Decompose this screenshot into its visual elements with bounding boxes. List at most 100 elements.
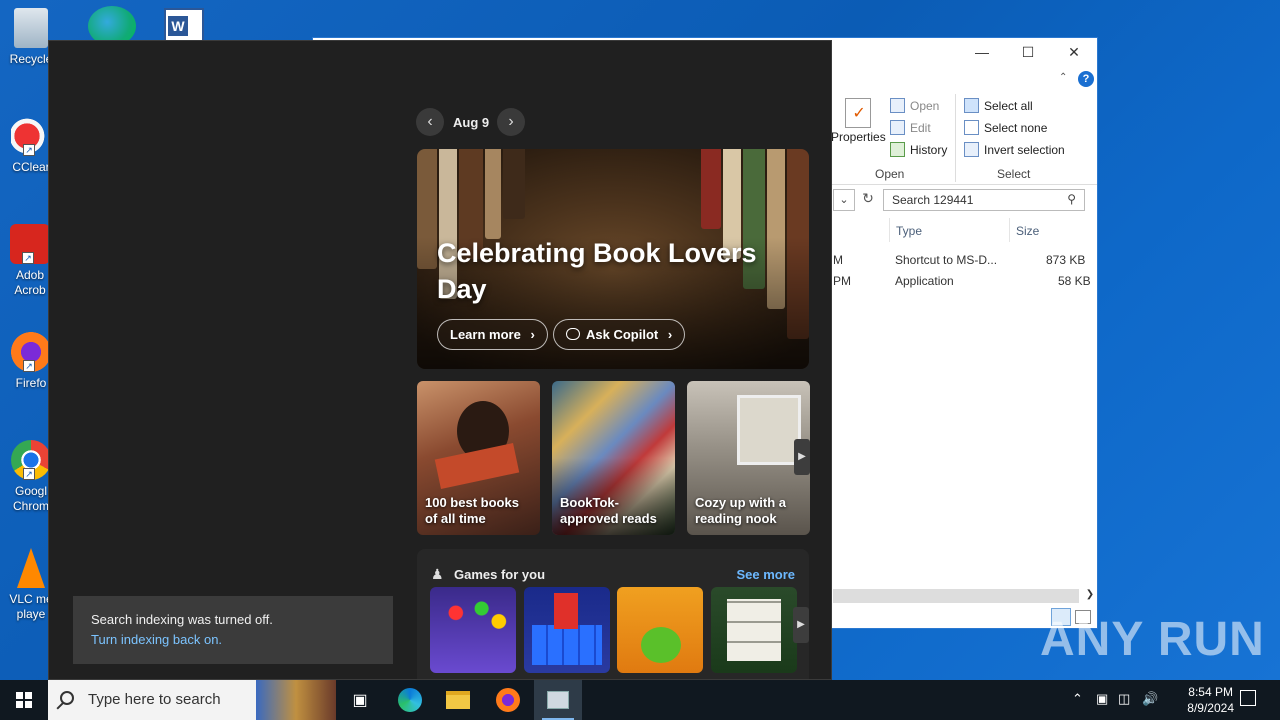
search-icon — [60, 691, 74, 705]
properties-button[interactable]: ✓ Properties — [831, 98, 886, 144]
maximize-button[interactable]: ☐ — [1005, 38, 1051, 68]
chrome-icon: ↗ — [11, 440, 51, 480]
search-placeholder: Search 129441 — [892, 193, 974, 207]
collapse-ribbon-icon[interactable]: ⌃ — [1059, 72, 1071, 84]
game-blocks — [554, 593, 578, 629]
game-blocks — [532, 625, 602, 665]
hero-card[interactable]: Celebrating Book Lovers Day Learn more ›… — [417, 149, 809, 369]
article-card[interactable]: 100 best books of all time — [417, 381, 540, 535]
firefox-icon: ↗ — [11, 332, 51, 372]
volume-icon[interactable]: 🔊 — [1142, 691, 1158, 707]
show-hidden-icons-button[interactable]: ⌃ — [1072, 691, 1083, 707]
cell-type: Shortcut to MS-D... — [895, 253, 998, 267]
turn-indexing-on-link[interactable]: Turn indexing back on. — [91, 632, 222, 647]
search-input[interactable]: Search 129441 ⚲ — [883, 189, 1085, 211]
article-card[interactable]: BookTok-approved reads — [552, 381, 675, 535]
card-image-book — [434, 443, 520, 489]
edit-icon — [890, 120, 905, 135]
open-button[interactable]: Open — [890, 98, 939, 113]
chevron-right-icon: › — [667, 327, 673, 342]
taskbar-file-explorer[interactable] — [434, 680, 482, 720]
column-divider — [889, 218, 890, 242]
cell-date: PM — [833, 274, 851, 288]
edit-button[interactable]: Edit — [890, 120, 931, 135]
minimize-button[interactable]: — — [959, 38, 1005, 68]
edge-icon — [398, 688, 422, 712]
taskbar: Type here to search ▣ ⌃ ▣ ◫ 🔊 8:54 PM 8/… — [0, 680, 1280, 720]
search-highlight-image[interactable] — [256, 680, 336, 720]
clock[interactable]: 8:54 PM 8/9/2024 — [1187, 684, 1234, 716]
address-dropdown-button[interactable]: ⌄ — [833, 189, 855, 211]
desktop-icon-label: CClear — [12, 160, 50, 174]
select-all-button[interactable]: Select all — [964, 98, 1033, 113]
card-caption: BookTok-approved reads — [560, 495, 657, 526]
firefox-icon — [496, 688, 520, 712]
refresh-icon[interactable]: ↻ — [859, 190, 877, 210]
select-all-label: Select all — [984, 98, 1033, 113]
clock-date: 8/9/2024 — [1187, 701, 1234, 715]
book-spine — [503, 149, 525, 219]
column-header-type[interactable]: Type — [896, 224, 922, 238]
taskbar-edge[interactable] — [386, 680, 434, 720]
desktop: Recycle ↗ CClear ↗ Adob Acrob ↗ Firefo ↗… — [0, 0, 1280, 680]
see-more-link[interactable]: See more — [736, 567, 795, 582]
select-all-icon — [964, 98, 979, 113]
notifications-icon[interactable] — [1240, 690, 1256, 706]
history-label: History — [910, 142, 948, 157]
widgets-panel: ‹ Aug 9 › Celebrating Book Lovers Day Le… — [48, 40, 832, 680]
properties-icon: ✓ — [845, 98, 872, 128]
cell-size: 58 KB — [1058, 274, 1091, 288]
taskbar-search-box[interactable]: Type here to search — [48, 680, 256, 720]
column-header-size[interactable]: Size — [1016, 224, 1039, 238]
invert-selection-button[interactable]: Invert selection — [964, 142, 1065, 157]
desktop-icon-label: Adob Acrob — [14, 268, 46, 297]
vlc-icon — [17, 548, 45, 588]
windows-logo-icon — [16, 692, 32, 708]
game-character — [641, 627, 681, 663]
learn-more-label: Learn more — [450, 327, 521, 342]
game-tile-cut-the-rope[interactable] — [617, 587, 703, 673]
ask-copilot-label: Ask Copilot — [586, 327, 659, 342]
group-label-open: Open — [875, 167, 905, 181]
notification-toast: Search indexing was turned off. Turn ind… — [73, 596, 393, 664]
app-window-icon — [547, 691, 569, 709]
search-icon: ⚲ — [1067, 192, 1076, 206]
card-image-window — [737, 395, 801, 465]
word-desktop-icon[interactable]: W — [164, 8, 204, 42]
card-caption: Cozy up with a reading nook — [695, 495, 786, 526]
invert-selection-label: Invert selection — [984, 142, 1065, 157]
start-button[interactable] — [0, 680, 48, 720]
horizontal-scrollbar-thumb[interactable] — [833, 589, 1079, 603]
next-day-button[interactable]: › — [497, 108, 525, 136]
task-view-button[interactable]: ▣ — [336, 680, 384, 720]
taskbar-active-app[interactable] — [534, 680, 582, 720]
help-icon[interactable]: ? — [1078, 71, 1094, 87]
network-icon[interactable]: ◫ — [1118, 691, 1130, 707]
date-label: Aug 9 — [453, 115, 490, 130]
security-tray-icon[interactable]: ▣ — [1096, 691, 1108, 707]
close-button[interactable]: ✕ — [1051, 38, 1097, 68]
select-none-button[interactable]: Select none — [964, 120, 1047, 135]
taskbar-firefox[interactable] — [484, 680, 532, 720]
history-button[interactable]: History — [890, 142, 947, 157]
games-next-button[interactable]: ▶ — [793, 607, 809, 643]
history-icon — [890, 142, 905, 157]
cards-next-button[interactable]: ▶ — [794, 439, 810, 475]
game-tile-mahjong[interactable] — [711, 587, 797, 673]
cell-type: Application — [895, 274, 954, 288]
scroll-right-icon[interactable]: ❯ — [1083, 589, 1097, 603]
previous-day-button[interactable]: ‹ — [416, 108, 444, 136]
cell-date: M — [833, 253, 843, 267]
watermark: ANY RUN — [1040, 613, 1265, 666]
chat-bubble-icon — [566, 328, 580, 340]
ask-copilot-button[interactable]: Ask Copilot › — [553, 319, 686, 350]
game-tile-block-puzzle[interactable] — [524, 587, 610, 673]
games-section: ♟ Games for you See more ▶ — [417, 549, 809, 679]
article-card[interactable]: Cozy up with a reading nook — [687, 381, 810, 535]
desktop-icon-label: Googl Chrom — [12, 484, 49, 513]
learn-more-button[interactable]: Learn more › — [437, 319, 548, 350]
desktop-icon-label: Recycle — [9, 52, 53, 66]
desktop-icon-label: VLC me playe — [9, 592, 53, 621]
game-tile-bubble-shooter[interactable] — [430, 587, 516, 673]
book-spine — [485, 149, 501, 239]
